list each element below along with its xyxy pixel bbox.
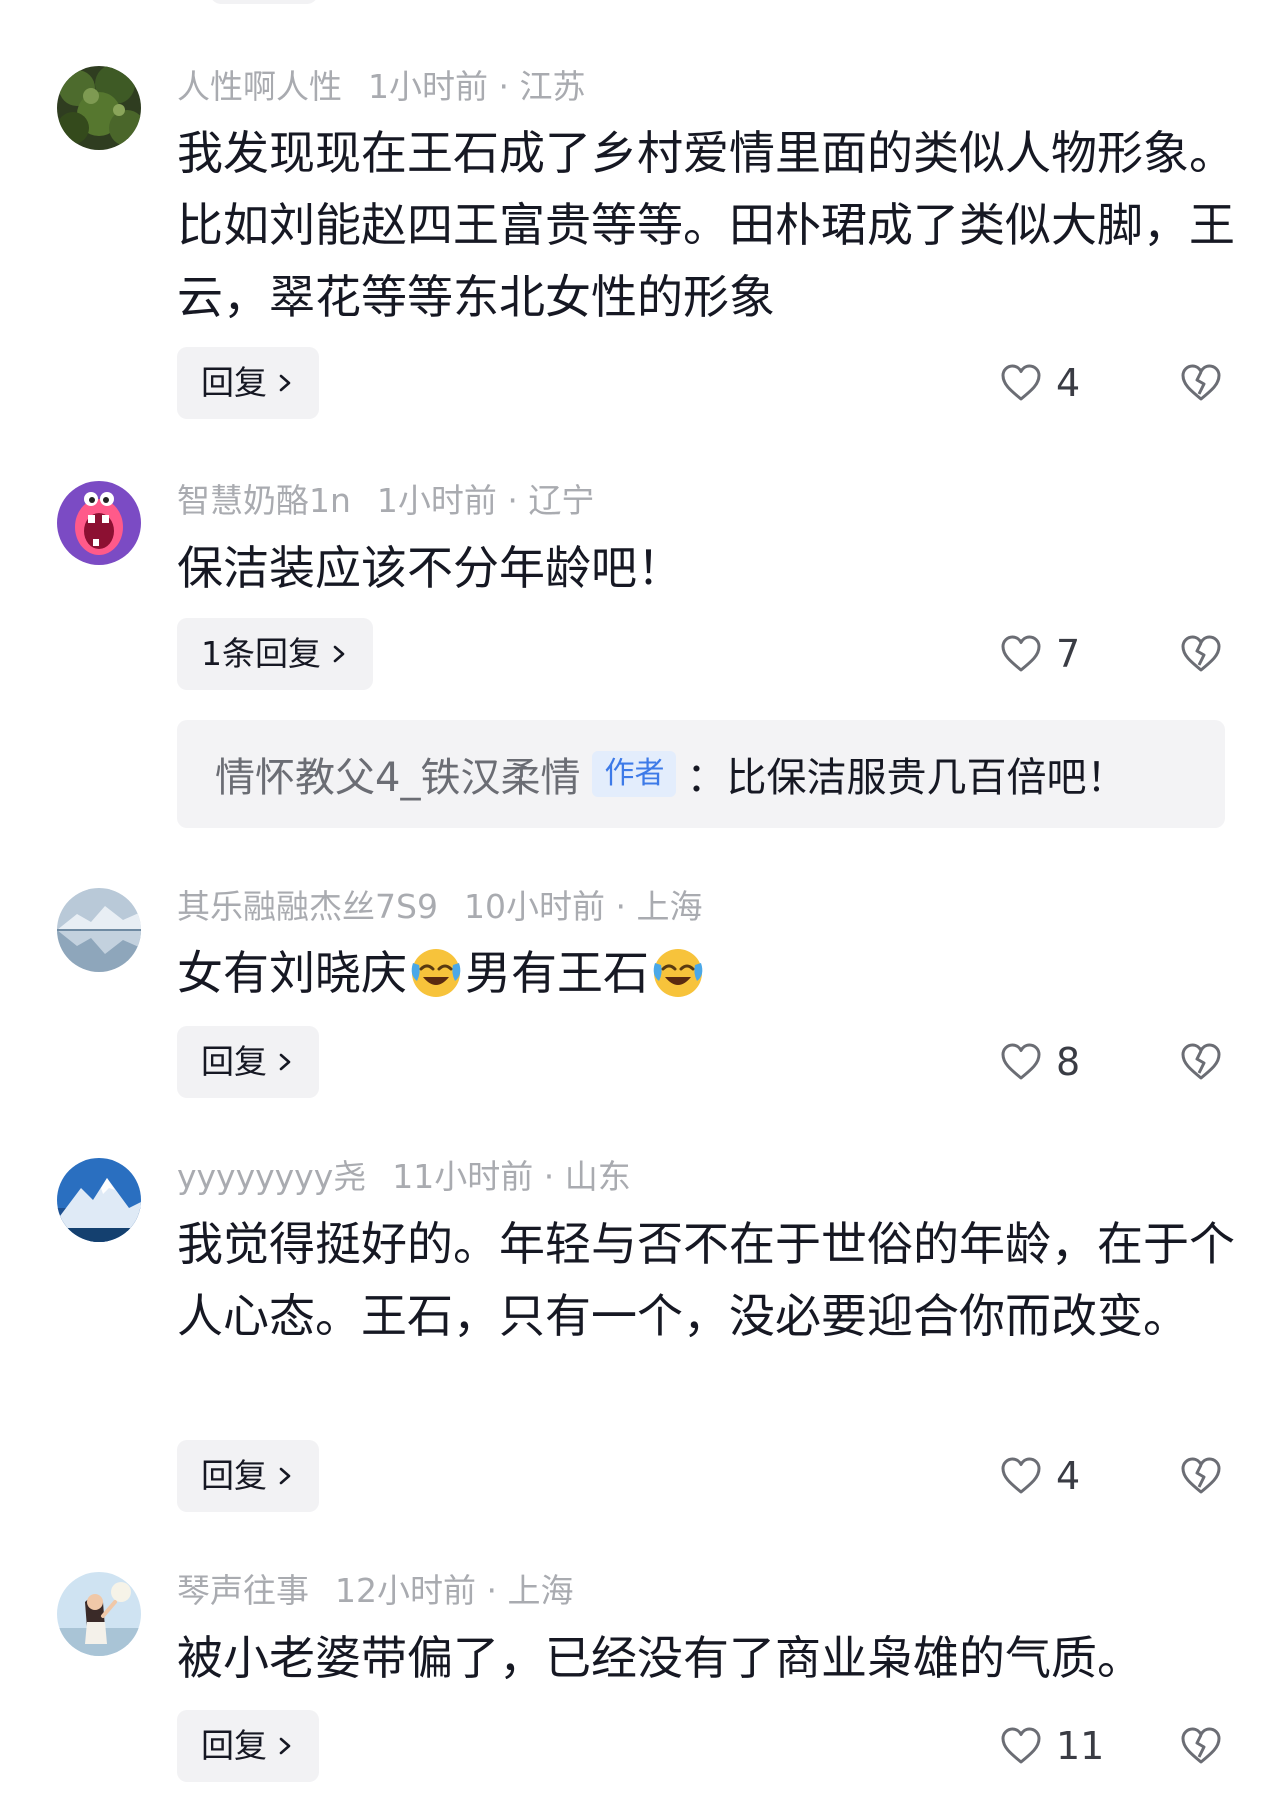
meta-separator: ·: [507, 481, 518, 520]
reply-button-label: 回复: [201, 1726, 267, 1765]
chevron-right-icon: [279, 1053, 291, 1071]
comment-time: 10小时前: [463, 887, 605, 926]
meta-separator: ·: [498, 67, 510, 106]
heart-icon: [1001, 364, 1041, 401]
chevron-right-icon: [333, 645, 345, 663]
broken-heart-icon: [1181, 635, 1221, 672]
forest-avatar-icon[interactable]: [57, 66, 141, 150]
comment-username[interactable]: 琴声往事: [177, 1571, 309, 1610]
comment-username[interactable]: 智慧奶酪1n: [177, 481, 351, 520]
reply-preview-username[interactable]: 情怀教父4_铁汉柔情: [215, 745, 580, 803]
reply-button-label: 回复: [201, 1456, 267, 1495]
comment-time: 11小时前: [392, 1157, 534, 1196]
comment-meta: 其乐融融杰丝7S9 10小时前 · 上海: [177, 886, 702, 928]
reply-button[interactable]: 回复: [177, 347, 319, 419]
comment-time: 12小时前: [335, 1571, 476, 1610]
like-button[interactable]: 7: [1000, 634, 1080, 674]
comment-text: 我觉得挺好的。年轻与否不在于世俗的年龄，在于个人心态。王石，只有一个，没必要迎合…: [177, 1217, 1235, 1343]
comment-text: 我发现现在王石成了乡村爱情里面的类似人物形象。比如刘能赵四王富贵等等。田朴珺成了…: [177, 126, 1235, 324]
mountain-lake-avatar-icon[interactable]: [57, 888, 141, 972]
dislike-button[interactable]: [1180, 634, 1222, 674]
laughing-crying-emoji-icon: [411, 949, 461, 997]
broken-heart-icon: [1181, 1457, 1221, 1494]
dislike-button[interactable]: [1180, 363, 1222, 403]
comment-meta: 智慧奶酪1n 1小时前 · 辽宁: [177, 480, 594, 522]
dislike-button[interactable]: [1180, 1042, 1222, 1082]
comment-text-part: 男有王石: [465, 946, 649, 1000]
snow-mountain-avatar-icon[interactable]: [57, 1158, 141, 1242]
broken-heart-icon: [1181, 1043, 1221, 1080]
comment-meta: yyyyyyyy尧 11小时前 · 山东: [177, 1156, 631, 1198]
comment-location: 山东: [564, 1157, 631, 1196]
comment-text: 保洁装应该不分年龄吧！: [177, 541, 683, 595]
comment-username[interactable]: 人性啊人性: [177, 67, 342, 106]
dislike-button[interactable]: [1180, 1726, 1222, 1766]
laughing-crying-emoji-icon: [653, 949, 703, 997]
previous-reply-button-stub[interactable]: [210, 0, 318, 4]
like-button[interactable]: 11: [1000, 1726, 1104, 1766]
heart-icon: [1001, 635, 1041, 672]
comment-text-part: 女有刘晓庆: [177, 946, 407, 1000]
cartoon-mouth-avatar-icon[interactable]: [57, 481, 141, 565]
author-badge: 作者: [592, 751, 677, 797]
comment-meta: 琴声往事 12小时前 · 上海: [177, 1570, 574, 1612]
broken-heart-icon: [1181, 364, 1221, 401]
like-button[interactable]: 4: [1000, 1456, 1080, 1496]
reply-button-label: 回复: [201, 1042, 267, 1081]
like-count: 7: [1056, 632, 1081, 676]
meta-separator: ·: [615, 887, 626, 926]
dislike-button[interactable]: [1180, 1456, 1222, 1496]
reply-button[interactable]: 回复: [177, 1440, 319, 1512]
comment-location: 上海: [636, 887, 703, 926]
meta-separator: ·: [486, 1571, 498, 1610]
like-button[interactable]: 8: [1000, 1042, 1080, 1082]
like-count: 11: [1056, 1724, 1105, 1768]
comment-location: 辽宁: [528, 481, 595, 520]
reply-preview[interactable]: 情怀教父4_铁汉柔情 作者 ：比保洁服贵几百倍吧！: [177, 720, 1225, 828]
comment-location: 上海: [507, 1571, 574, 1610]
comment-time: 1小时前: [376, 481, 497, 520]
chevron-right-icon: [279, 1737, 291, 1755]
reply-preview-text: ：比保洁服贵几百倍吧！: [686, 755, 1127, 801]
chevron-right-icon: [279, 374, 291, 392]
comment-text: 女有刘晓庆 男有王石: [177, 937, 1237, 1009]
like-button[interactable]: 4: [1000, 363, 1080, 403]
reply-button[interactable]: 回复: [177, 1026, 319, 1098]
reply-button-label: 1条回复: [201, 634, 321, 673]
reply-button-label: 回复: [201, 363, 267, 402]
like-count: 4: [1056, 361, 1081, 405]
girl-sky-avatar-icon[interactable]: [57, 1572, 141, 1656]
reply-button[interactable]: 回复: [177, 1710, 319, 1782]
chevron-right-icon: [279, 1467, 291, 1485]
comment-location: 江苏: [519, 67, 586, 106]
heart-icon: [1001, 1727, 1041, 1764]
heart-icon: [1001, 1457, 1041, 1494]
comment-username[interactable]: yyyyyyyy尧: [177, 1157, 366, 1196]
comment-time: 1小时前: [368, 67, 488, 106]
comment-text: 被小老婆带偏了，已经没有了商业枭雄的气质。: [177, 1631, 1143, 1685]
comment-meta: 人性啊人性 1小时前 · 江苏: [177, 66, 586, 108]
comment-username[interactable]: 其乐融融杰丝7S9: [177, 887, 438, 926]
heart-icon: [1001, 1043, 1041, 1080]
view-replies-button[interactable]: 1条回复: [177, 618, 373, 690]
like-count: 8: [1056, 1040, 1081, 1084]
like-count: 4: [1056, 1454, 1081, 1498]
broken-heart-icon: [1181, 1727, 1221, 1764]
meta-separator: ·: [543, 1157, 555, 1196]
